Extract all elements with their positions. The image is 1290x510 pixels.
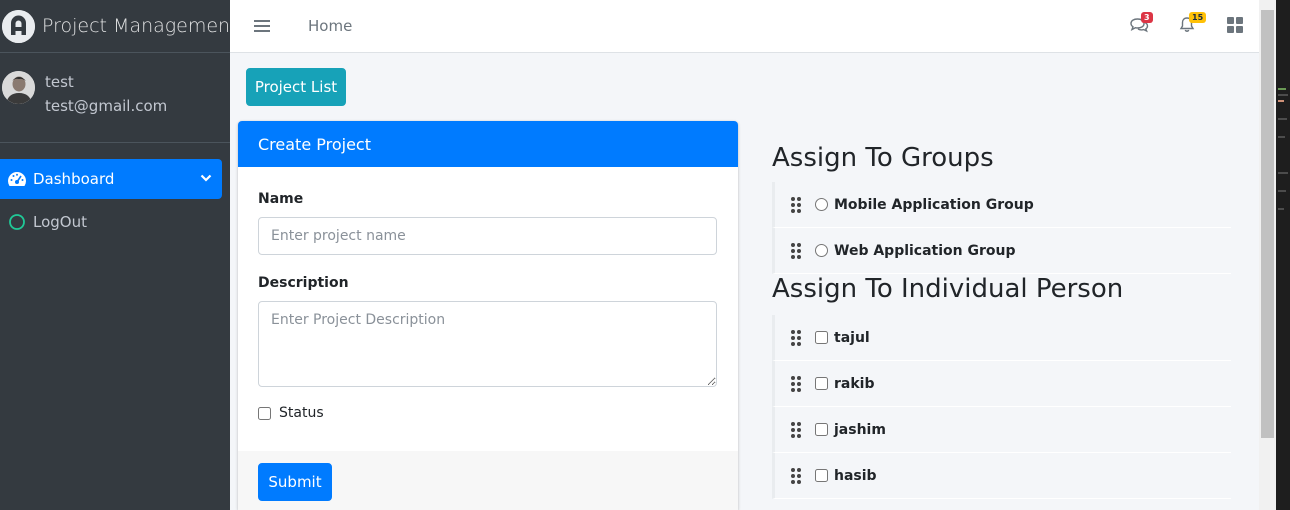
drag-handle-icon[interactable] bbox=[791, 467, 801, 484]
drag-handle-icon[interactable] bbox=[791, 421, 801, 438]
person-name: hasib bbox=[834, 467, 877, 484]
tachometer-icon bbox=[7, 169, 27, 189]
brand-title: Project Management bbox=[42, 15, 238, 37]
project-name-input[interactable] bbox=[258, 217, 717, 255]
person-checkbox[interactable] bbox=[815, 331, 828, 344]
group-list-item[interactable]: Web Application Group bbox=[772, 228, 1231, 274]
description-label: Description bbox=[258, 275, 349, 291]
drag-handle-icon[interactable] bbox=[791, 329, 801, 346]
sidebar-item-dashboard[interactable]: Dashboard bbox=[0, 159, 222, 199]
assign-persons-heading: Assign To Individual Person bbox=[772, 274, 1124, 304]
person-list-item[interactable]: jashim bbox=[772, 407, 1231, 453]
group-name: Web Application Group bbox=[834, 242, 1016, 259]
create-project-card: Create Project Name Description Status S… bbox=[238, 121, 738, 510]
sidebar-item-label: Dashboard bbox=[33, 170, 115, 188]
scrollbar-thumb[interactable] bbox=[1261, 10, 1274, 438]
circle-outline-icon bbox=[7, 212, 27, 232]
status-checkbox[interactable] bbox=[258, 406, 271, 420]
person-checkbox[interactable] bbox=[815, 469, 828, 482]
card-title: Create Project bbox=[238, 121, 738, 167]
project-list-button[interactable]: Project List bbox=[246, 68, 346, 106]
person-name: tajul bbox=[834, 329, 870, 346]
project-description-textarea[interactable] bbox=[258, 301, 717, 387]
chevron-down-icon bbox=[200, 172, 212, 186]
person-checkbox[interactable] bbox=[815, 423, 828, 436]
assign-groups-heading: Assign To Groups bbox=[772, 143, 994, 173]
drag-handle-icon[interactable] bbox=[791, 242, 801, 259]
grid-icon bbox=[1227, 16, 1243, 37]
sidebar-item-logout[interactable]: LogOut bbox=[0, 202, 222, 242]
sidebar: Project Management test test@gmail.com D… bbox=[0, 0, 238, 510]
person-checkbox[interactable] bbox=[815, 377, 828, 390]
top-navbar: Home 3 15 bbox=[230, 0, 1259, 53]
vertical-scrollbar[interactable] bbox=[1259, 0, 1276, 510]
brand-logo-icon bbox=[2, 9, 35, 43]
group-list-item[interactable]: Mobile Application Group bbox=[772, 182, 1231, 228]
name-label: Name bbox=[258, 191, 304, 207]
person-list-item[interactable]: hasib bbox=[772, 453, 1231, 499]
sidebar-nav: Dashboard LogOut bbox=[0, 143, 230, 242]
user-email: test@gmail.com bbox=[45, 97, 168, 115]
user-panel: test test@gmail.com bbox=[0, 53, 230, 143]
group-radio[interactable] bbox=[815, 198, 828, 211]
assign-section: Assign To Groups Mobile Application Grou… bbox=[772, 140, 1231, 499]
drag-handle-icon[interactable] bbox=[791, 375, 801, 392]
messages-button[interactable]: 3 bbox=[1115, 0, 1163, 53]
group-radio[interactable] bbox=[815, 244, 828, 257]
background-window-edge bbox=[1276, 0, 1290, 510]
notifications-badge: 15 bbox=[1189, 12, 1207, 23]
person-list-item[interactable]: rakib bbox=[772, 361, 1231, 407]
person-name: rakib bbox=[834, 375, 875, 392]
group-name: Mobile Application Group bbox=[834, 196, 1034, 213]
status-label: Status bbox=[279, 405, 324, 421]
person-name: jashim bbox=[834, 421, 886, 438]
drag-handle-icon[interactable] bbox=[791, 196, 801, 213]
avatar[interactable] bbox=[2, 71, 35, 104]
brand-link[interactable]: Project Management bbox=[0, 0, 238, 53]
apps-button[interactable] bbox=[1211, 0, 1259, 53]
notifications-button[interactable]: 15 bbox=[1163, 0, 1211, 53]
menu-toggle-icon[interactable] bbox=[254, 17, 270, 35]
user-name[interactable]: test bbox=[45, 70, 167, 94]
person-list-item[interactable]: tajul bbox=[772, 315, 1231, 361]
card-footer: Submit bbox=[238, 451, 738, 510]
submit-button[interactable]: Submit bbox=[258, 463, 332, 501]
home-link[interactable]: Home bbox=[308, 17, 352, 35]
messages-badge: 3 bbox=[1141, 12, 1153, 23]
sidebar-item-label: LogOut bbox=[33, 213, 87, 231]
